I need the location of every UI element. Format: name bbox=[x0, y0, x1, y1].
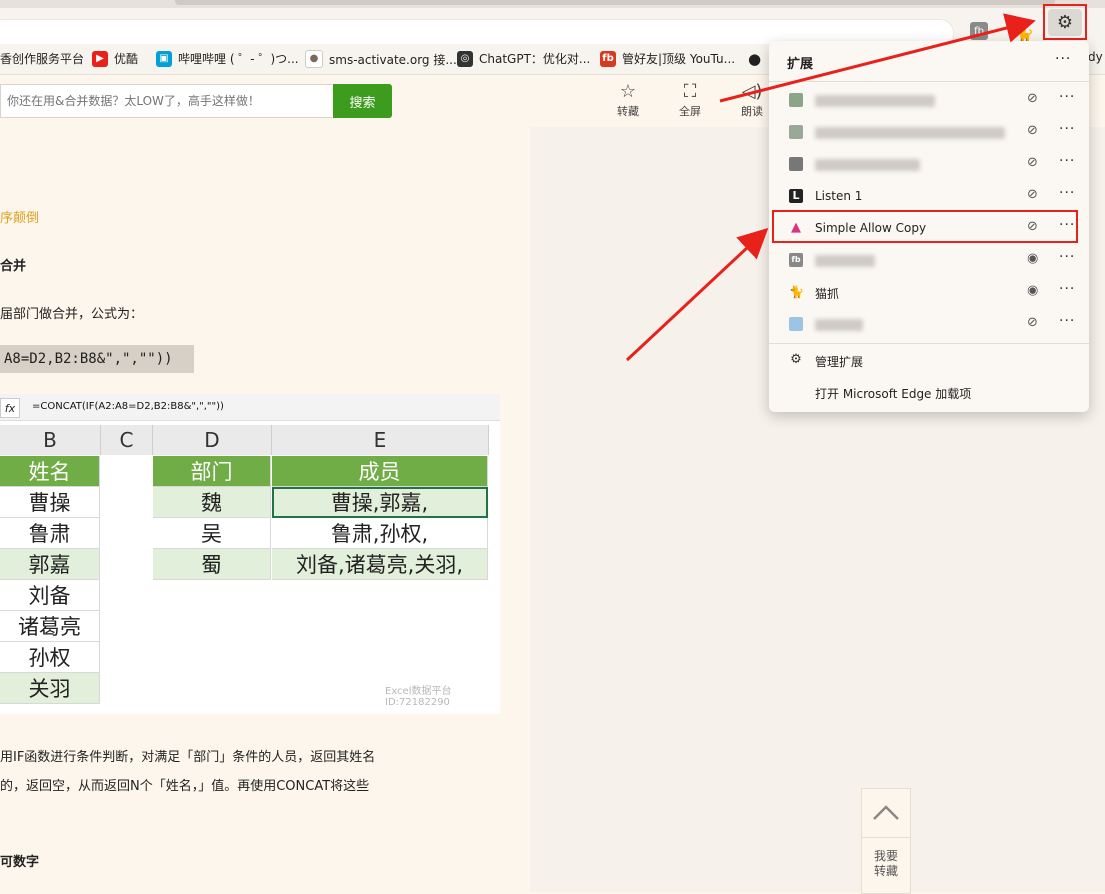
arrow-to-extensions bbox=[719, 13, 1036, 103]
arrow-to-simple-allow-copy bbox=[625, 227, 769, 362]
annotation-arrows bbox=[625, 13, 1036, 362]
